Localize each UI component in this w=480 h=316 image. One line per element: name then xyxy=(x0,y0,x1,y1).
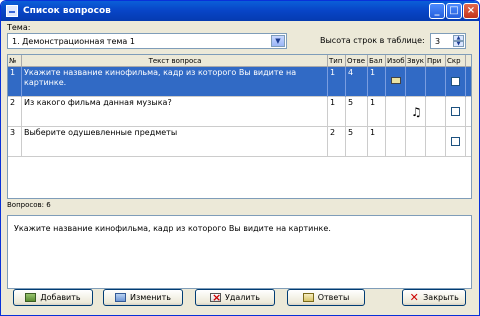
col-header-misc[interactable]: При xyxy=(426,55,446,67)
row-score: 1 xyxy=(368,67,386,97)
row-height-spinner[interactable]: 3 ▲ ▼ xyxy=(430,33,466,49)
col-header-score[interactable]: Бал xyxy=(368,55,386,67)
col-header-num[interactable]: № xyxy=(8,55,22,67)
close-button[interactable]: ✕ Закрыть xyxy=(402,289,466,306)
row-num: 2 xyxy=(8,97,22,127)
delete-button[interactable]: Удалить xyxy=(195,289,275,306)
maximize-button[interactable]: □ xyxy=(446,3,462,19)
close-icon: ✕ xyxy=(409,291,419,304)
topic-label: Тема: xyxy=(7,23,31,32)
col-header-image[interactable]: Изоб xyxy=(386,55,406,67)
hidden-checkbox[interactable] xyxy=(451,107,460,116)
row-text: Укажите название кинофильма, кадр из кот… xyxy=(22,67,328,97)
sound-icon: ♫ xyxy=(411,105,422,119)
window-title: Список вопросов xyxy=(23,6,111,16)
table-row[interactable]: 1 Укажите название кинофильма, кадр из к… xyxy=(8,67,471,97)
edit-button[interactable]: Изменить xyxy=(103,289,183,306)
col-header-answers[interactable]: Отве xyxy=(346,55,368,67)
hidden-checkbox[interactable] xyxy=(451,77,460,86)
add-button[interactable]: Добавить xyxy=(13,289,93,306)
question-preview: Укажите название кинофильма, кадр из кот… xyxy=(7,215,472,289)
chevron-down-icon[interactable]: ▼ xyxy=(271,35,285,47)
answers-icon xyxy=(302,293,314,302)
row-num: 3 xyxy=(8,127,22,157)
delete-icon xyxy=(210,291,221,304)
row-type: 1 xyxy=(328,67,346,97)
row-score: 1 xyxy=(368,127,386,157)
question-count: Вопросов: 6 xyxy=(7,201,51,209)
row-text: Из какого фильма данная музыка? xyxy=(22,97,328,127)
col-header-hidden[interactable]: Скр xyxy=(446,55,466,67)
hidden-checkbox[interactable] xyxy=(451,137,460,146)
spin-down-icon[interactable]: ▼ xyxy=(453,41,464,47)
row-height-value: 3 xyxy=(435,36,441,46)
row-answers: 4 xyxy=(346,67,368,97)
row-misc-cell xyxy=(426,97,446,127)
minimize-button[interactable]: _ xyxy=(429,3,445,19)
answers-button-label: Ответы xyxy=(317,293,350,302)
row-type: 2 xyxy=(328,127,346,157)
topic-select-value: 1. Демонстрационная тема 1 xyxy=(12,36,135,46)
add-button-label: Добавить xyxy=(40,293,81,302)
question-list-window: Список вопросов _ □ × Тема: 1. Демонстра… xyxy=(0,0,480,316)
col-header-sound[interactable]: Звук xyxy=(406,55,426,67)
row-type: 1 xyxy=(328,97,346,127)
col-header-text[interactable]: Текст вопроса xyxy=(22,55,328,67)
title-bar[interactable]: Список вопросов _ □ × xyxy=(1,1,479,21)
preview-text: Укажите название кинофильма, кадр из кот… xyxy=(14,224,331,233)
topic-select[interactable]: 1. Демонстрационная тема 1 ▼ xyxy=(7,33,287,49)
table-header: № Текст вопроса Тип Отве Бал Изоб Звук П… xyxy=(8,55,471,67)
app-icon xyxy=(6,5,18,17)
row-image-cell xyxy=(386,127,406,157)
close-window-button[interactable]: × xyxy=(463,3,479,19)
row-num: 1 xyxy=(8,67,22,97)
row-answers: 5 xyxy=(346,127,368,157)
edit-icon xyxy=(115,293,126,302)
edit-button-label: Изменить xyxy=(130,293,171,302)
status-bar: Вопросов: 6 xyxy=(7,199,472,211)
answers-button[interactable]: Ответы xyxy=(287,289,365,306)
row-sound-cell xyxy=(406,67,426,97)
row-text: Выберите одушевленные предметы xyxy=(22,127,328,157)
row-misc-cell xyxy=(426,127,446,157)
row-height-label: Высота строк в таблице: xyxy=(320,36,425,45)
questions-table[interactable]: № Текст вопроса Тип Отве Бал Изоб Звук П… xyxy=(7,54,472,199)
main-content: Тема: 1. Демонстрационная тема 1 ▼ Высот… xyxy=(5,21,477,313)
row-answers: 5 xyxy=(346,97,368,127)
col-header-type[interactable]: Тип xyxy=(328,55,346,67)
row-misc-cell xyxy=(426,67,446,97)
table-row[interactable]: 3 Выберите одушевленные предметы 2 5 1 xyxy=(8,127,471,157)
row-sound-cell xyxy=(406,127,426,157)
image-icon xyxy=(391,77,401,84)
add-icon xyxy=(25,293,37,302)
table-row[interactable]: 2 Из какого фильма данная музыка? 1 5 1 … xyxy=(8,97,471,127)
row-score: 1 xyxy=(368,97,386,127)
close-button-label: Закрыть xyxy=(423,293,459,302)
delete-button-label: Удалить xyxy=(225,293,260,302)
row-image-cell xyxy=(386,97,406,127)
